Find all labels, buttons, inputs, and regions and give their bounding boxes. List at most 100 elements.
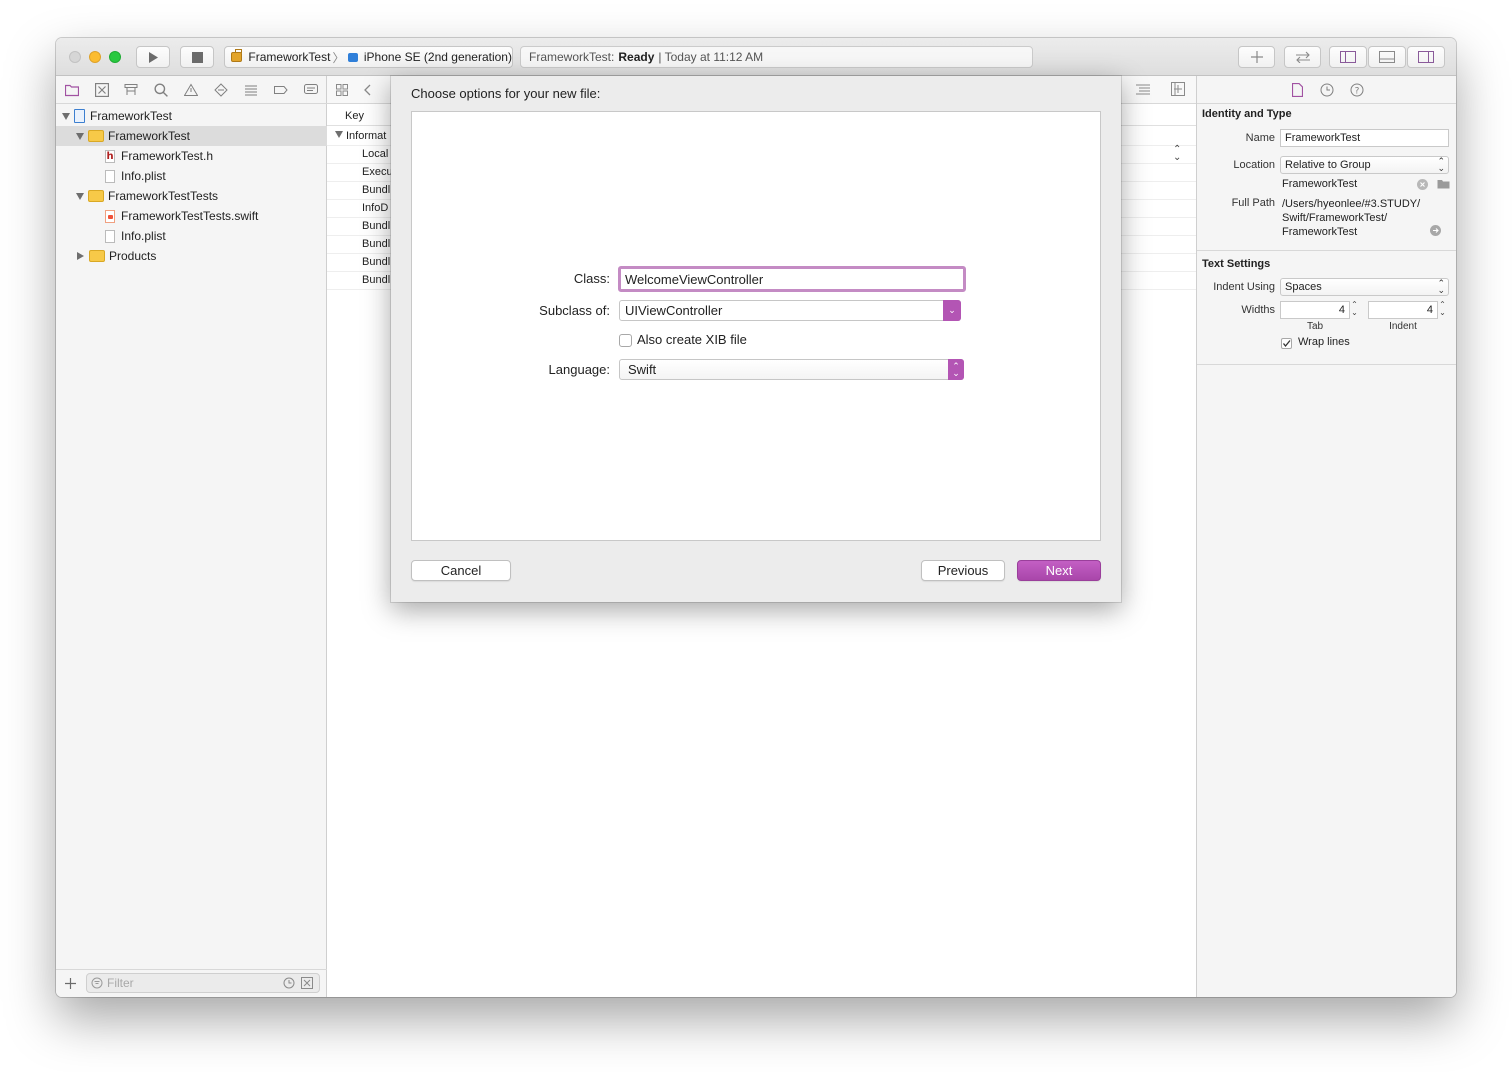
tree-item-products-group[interactable]: Products: [56, 246, 348, 266]
scheme-target-label: FrameworkTest: [248, 50, 331, 64]
add-editor-icon[interactable]: [1171, 82, 1185, 96]
symbol-hierarchy-icon[interactable]: [124, 83, 138, 97]
scheme-device-label: iPhone SE (2nd generation): [363, 50, 512, 64]
full-path-value: /Users/hyeonlee/#3.STUDY/ Swift/Framewor…: [1282, 197, 1420, 239]
location-value: Relative to Group: [1285, 159, 1371, 171]
location-popup[interactable]: Relative to Group ⌃ ⌄: [1280, 156, 1449, 174]
plist-key: Local: [362, 148, 389, 160]
toggle-debug-area-button[interactable]: [1368, 46, 1406, 68]
tree-item-label: Info.plist: [121, 229, 166, 243]
scm-filter-icon[interactable]: [301, 977, 313, 989]
subclass-value: UIViewController: [625, 303, 723, 318]
indent-width-stepper[interactable]: ⌃ ⌄: [1438, 301, 1447, 319]
options-panel: Class: WelcomeViewController Subclass of…: [411, 111, 1101, 541]
plist-key: Informat: [346, 130, 387, 142]
tab-width-stepper[interactable]: ⌃ ⌄: [1350, 301, 1359, 319]
navigator-selector-bar: [56, 76, 327, 104]
full-path-line: FrameworkTest: [1282, 226, 1358, 238]
activity-viewer: FrameworkTest: Ready | Today at 11:12 AM: [520, 46, 1033, 68]
stop-button[interactable]: [180, 46, 214, 68]
chevron-down-icon[interactable]: ⌄: [943, 300, 961, 321]
wrap-lines-checkbox[interactable]: [1281, 338, 1292, 349]
tree-item-tests-group[interactable]: FrameworkTestTests: [56, 186, 347, 206]
tree-item-label: FrameworkTestTests.swift: [121, 209, 259, 223]
breakpoint-icon[interactable]: [274, 83, 288, 97]
run-button[interactable]: [136, 46, 170, 68]
test-diamond-icon[interactable]: [214, 83, 228, 97]
popup-arrows-icon: ⌃ ⌄: [1437, 278, 1445, 295]
next-button[interactable]: Next: [1017, 560, 1101, 581]
clock-icon[interactable]: [283, 977, 295, 989]
back-chevron-icon[interactable]: [363, 84, 371, 96]
language-value: Swift: [628, 362, 657, 377]
code-review-button[interactable]: [1284, 46, 1321, 68]
minimize-window-button[interactable]: [89, 51, 101, 63]
editor-options-icon[interactable]: [1136, 84, 1150, 96]
tree-item-label: FrameworkTest.h: [121, 149, 214, 163]
disclosure-open-icon[interactable]: [62, 112, 70, 120]
swap-arrows-icon: [1295, 51, 1310, 63]
previous-button[interactable]: Previous: [921, 560, 1005, 581]
plist-file-icon: [105, 229, 115, 243]
disclosure-open-icon[interactable]: [76, 192, 84, 200]
activity-status: Ready: [618, 50, 655, 64]
folder-icon: [89, 250, 105, 262]
help-icon[interactable]: ?: [1350, 83, 1364, 97]
subclass-combo[interactable]: UIViewController ⌄: [619, 300, 961, 321]
language-popup[interactable]: Swift ⌃ ⌄: [619, 359, 964, 380]
text-settings-section-title: Text Settings: [1202, 258, 1271, 270]
indent-width-field[interactable]: 4: [1368, 301, 1438, 319]
indent-using-popup[interactable]: Spaces ⌃ ⌄: [1280, 278, 1449, 296]
filter-icon: [91, 977, 103, 989]
indent-caption: Indent: [1389, 321, 1417, 332]
disclosure-closed-icon[interactable]: [77, 252, 84, 260]
create-xib-checkbox[interactable]: [619, 334, 632, 347]
scheme-selector[interactable]: FrameworkTest 〉 iPhone SE (2nd generatio…: [224, 46, 513, 68]
value-stepper-icon[interactable]: ⌃ ⌄: [1173, 145, 1181, 163]
right-panel-icon: [1418, 51, 1434, 63]
source-control-icon[interactable]: [95, 83, 109, 97]
filter-placeholder: Filter: [107, 976, 134, 990]
zoom-window-button[interactable]: [109, 51, 121, 63]
sheet-title: Choose options for your new file:: [411, 86, 601, 101]
filter-field[interactable]: Filter: [86, 973, 320, 993]
activity-time: | Today at 11:12 AM: [658, 50, 764, 64]
cancel-button[interactable]: Cancel: [411, 560, 511, 581]
tree-item-frameworktest-group[interactable]: FrameworkTest: [56, 126, 347, 146]
choose-folder-icon[interactable]: [1437, 179, 1450, 189]
name-field[interactable]: FrameworkTest: [1280, 129, 1449, 147]
report-icon[interactable]: [304, 83, 318, 97]
scheme-separator: 〉: [332, 50, 345, 65]
new-file-options-sheet: Choose options for your new file: Class:…: [391, 76, 1121, 602]
warning-icon[interactable]: [184, 83, 198, 97]
close-window-button[interactable]: [69, 51, 81, 63]
tab-width-field[interactable]: 4: [1280, 301, 1350, 319]
file-icon[interactable]: [1292, 83, 1303, 97]
plist-key: Execu: [362, 166, 393, 178]
folder-icon[interactable]: [65, 83, 79, 97]
toolbar: FrameworkTest 〉 iPhone SE (2nd generatio…: [56, 38, 1456, 76]
stop-icon: [191, 51, 203, 63]
xcode-project-icon: [74, 109, 85, 123]
library-button[interactable]: [1238, 46, 1275, 68]
popup-arrows-icon: ⌃ ⌄: [948, 359, 964, 380]
briefcase-icon: [231, 49, 243, 62]
disclosure-open-icon[interactable]: [335, 131, 343, 138]
add-icon[interactable]: [65, 978, 76, 989]
full-path-line: Swift/FrameworkTest/: [1282, 212, 1388, 224]
reveal-in-finder-icon[interactable]: [1430, 225, 1441, 236]
history-clock-icon[interactable]: [1320, 83, 1334, 97]
class-name-field[interactable]: WelcomeViewController: [618, 266, 966, 292]
plist-key: InfoD: [362, 202, 389, 214]
debug-icon[interactable]: [244, 83, 258, 97]
search-icon[interactable]: [154, 83, 168, 97]
bottom-panel-icon: [1379, 51, 1395, 63]
widths-label: Widths: [1241, 304, 1275, 316]
disclosure-open-icon[interactable]: [76, 132, 84, 140]
tree-item-label: FrameworkTest: [90, 109, 173, 123]
tree-item-project[interactable]: FrameworkTest: [56, 106, 333, 126]
toggle-inspector-button[interactable]: [1407, 46, 1445, 68]
toggle-navigator-button[interactable]: [1329, 46, 1367, 68]
clear-circle-icon[interactable]: [1417, 179, 1428, 190]
related-items-icon[interactable]: [336, 84, 348, 96]
